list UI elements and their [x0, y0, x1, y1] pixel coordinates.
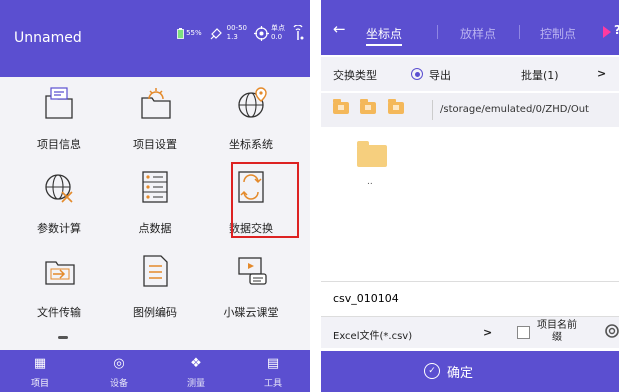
- nav-label: 工具: [263, 379, 282, 389]
- tab-divider: [437, 25, 438, 39]
- solution-status: 单点: [271, 24, 285, 32]
- home-folder-icon[interactable]: [333, 99, 349, 114]
- parent-folder-icon[interactable]: [357, 141, 387, 167]
- exchange-type-label: 交换类型: [333, 69, 377, 82]
- tile-label: 图例编码: [133, 306, 177, 319]
- tile-project-info[interactable]: 项目信息: [14, 86, 104, 178]
- check-circle-icon: ✓: [424, 363, 440, 379]
- satellite-count: 00-50: [226, 24, 247, 32]
- tools-icon: ▤: [266, 356, 280, 371]
- nav-device[interactable]: ◎ 设备: [89, 356, 149, 389]
- tab-divider: [519, 25, 520, 39]
- project-icon: ▦: [33, 356, 47, 371]
- path-bar: /storage/emulated/0/ZHD/Out: [321, 93, 619, 127]
- project-folder-icon[interactable]: [388, 99, 404, 114]
- nav-project[interactable]: ▦ 项目: [10, 356, 70, 389]
- tab-stakeout-points[interactable]: 放样点: [460, 25, 496, 42]
- tile-legend-code[interactable]: 图例编码: [110, 254, 200, 346]
- current-path: /storage/emulated/0/ZHD/Out: [440, 104, 589, 115]
- tile-label: 项目信息: [37, 138, 81, 151]
- satellite-indicator: 00-50 1.3: [209, 24, 247, 42]
- tile-label: 项目设置: [133, 138, 177, 151]
- prefix-label-line1: 项目名前: [537, 320, 577, 331]
- sd-folder-icon[interactable]: [360, 99, 376, 114]
- parent-folder-label: ..: [367, 177, 373, 187]
- legend-code-icon: [143, 255, 168, 287]
- tile-label: 点数据: [138, 222, 172, 235]
- globe-pin-icon: [238, 87, 267, 118]
- file-name-row[interactable]: csv_010104: [321, 281, 619, 317]
- folder-doc-icon: [45, 87, 73, 119]
- path-divider: [432, 100, 433, 120]
- satellite-pdop: 1.3: [226, 33, 238, 41]
- top-bar: Unnamed 55% 00-50 1.3 单点 0.0: [0, 0, 310, 77]
- status-indicators: 55% 00-50 1.3 单点 0.0: [177, 24, 304, 42]
- gear-icon[interactable]: [603, 322, 619, 340]
- bottom-navigation: ▦ 项目 ◎ 设备 ❖ 测量 ▤ 工具: [0, 350, 310, 392]
- battery-indicator: 55%: [177, 27, 202, 39]
- point-data-icon: [142, 171, 168, 203]
- prefix-checkbox[interactable]: [517, 326, 530, 339]
- file-name-input[interactable]: csv_010104: [333, 292, 399, 305]
- highlight-box: [231, 162, 299, 238]
- radio-signal-icon: [293, 25, 304, 40]
- globe-calc-icon: [45, 174, 73, 203]
- confirm-label: 确定: [447, 366, 474, 381]
- nav-label: 项目: [30, 379, 49, 389]
- prefix-label: 项目名前 缀: [537, 320, 577, 344]
- project-title: Unnamed: [14, 30, 82, 46]
- tile-label: 参数计算: [37, 222, 81, 235]
- confirm-button[interactable]: ✓ 确定: [321, 351, 619, 392]
- chevron-right-icon[interactable]: >: [597, 67, 606, 80]
- battery-icon: [177, 27, 184, 39]
- tab-coordinate-points[interactable]: 坐标点: [366, 25, 403, 46]
- help-icon[interactable]: ?: [614, 23, 619, 37]
- solution-age: 0.0: [271, 33, 283, 41]
- tile-file-transfer[interactable]: 文件传输: [14, 254, 104, 346]
- tab-control-points[interactable]: 控制点: [540, 25, 576, 42]
- file-type-select[interactable]: Excel文件(*.csv): [333, 327, 412, 342]
- prefix-label-line2: 缀: [552, 332, 562, 343]
- top-bar: ← 坐标点 放样点 控制点 ?: [321, 0, 619, 55]
- tile-label: 文件传输: [37, 306, 81, 319]
- device-icon: ◎: [113, 356, 125, 371]
- project-menu-screen: Unnamed 55% 00-50 1.3 单点 0.0 项目信息 项目设置 坐…: [0, 0, 310, 392]
- tile-label: 坐标系统: [229, 138, 273, 151]
- export-radio[interactable]: [411, 68, 423, 80]
- export-label: 导出: [429, 69, 451, 82]
- tile-parameter-calc[interactable]: 参数计算: [14, 170, 104, 262]
- solution-indicator: 单点 0.0: [254, 24, 285, 42]
- tile-point-data[interactable]: 点数据: [110, 170, 200, 262]
- nav-label: 测量: [186, 379, 205, 389]
- batch-button[interactable]: 批量(1): [521, 67, 559, 83]
- nav-measure[interactable]: ❖ 测量: [166, 356, 226, 389]
- measure-icon: ❖: [190, 356, 202, 371]
- tab-scroll-right-icon[interactable]: [603, 26, 611, 38]
- nav-label: 设备: [109, 379, 128, 389]
- scroll-indicator: [58, 336, 68, 339]
- tile-label: 小碟云课堂: [223, 306, 279, 319]
- exchange-type-row: 交换类型 导出 批量(1) >: [321, 57, 619, 91]
- tile-classroom[interactable]: 小碟云课堂: [206, 254, 296, 346]
- chevron-right-icon[interactable]: >: [483, 326, 492, 339]
- battery-percent: 55%: [186, 29, 202, 37]
- file-type-row: Excel文件(*.csv) > 项目名前 缀: [321, 317, 619, 348]
- folder-gear-icon: [141, 88, 171, 119]
- file-transfer-icon: [45, 261, 75, 285]
- classroom-icon: [238, 257, 267, 285]
- back-arrow-icon[interactable]: ←: [333, 20, 346, 38]
- crosshair-icon: [254, 25, 269, 41]
- data-exchange-screen: ← 坐标点 放样点 控制点 ? 交换类型 导出 批量(1) > /storage…: [321, 0, 619, 392]
- nav-tools[interactable]: ▤ 工具: [243, 356, 303, 389]
- satellite-icon: [210, 28, 222, 40]
- tile-project-settings[interactable]: 项目设置: [110, 86, 200, 178]
